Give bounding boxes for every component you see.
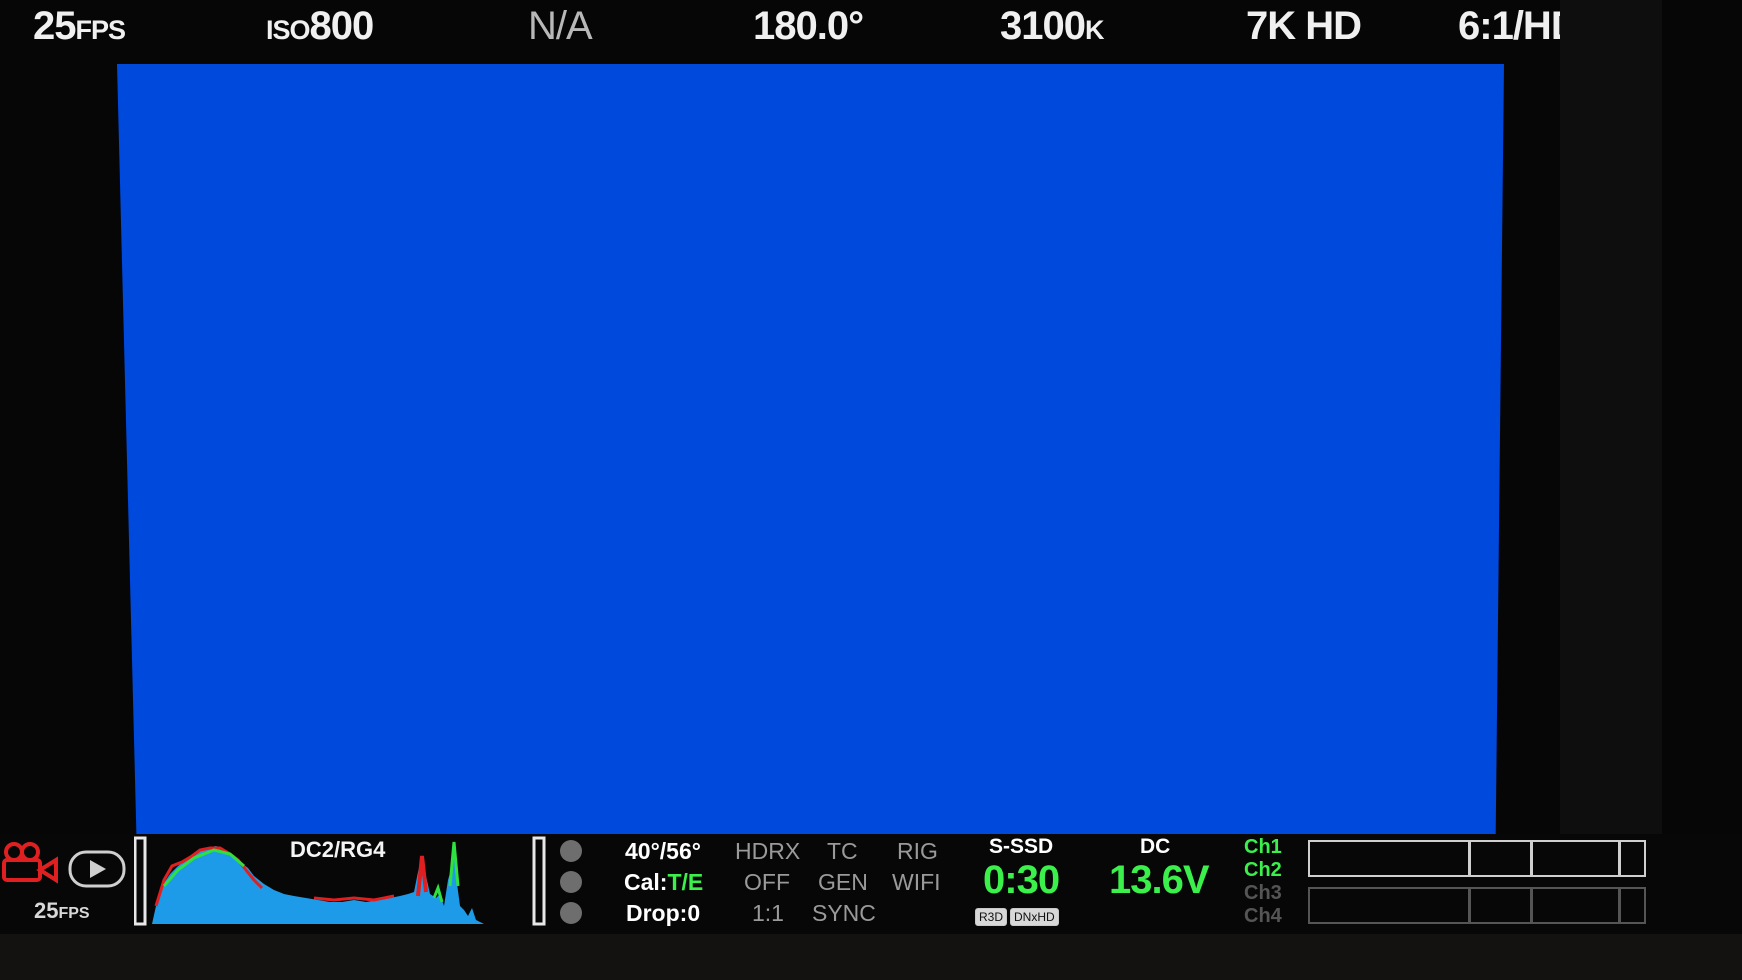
meter-tick (1618, 889, 1621, 922)
histogram-label: DC2/RG4 (290, 837, 386, 862)
playback-fps-unit: FPS (58, 905, 90, 922)
playback-fps: 25FPS (34, 898, 90, 924)
aperture-indicator[interactable]: N/A (528, 4, 593, 49)
fps-unit: FPS (75, 15, 127, 45)
iso-value: 800 (309, 4, 375, 48)
playback-fps-value: 25 (34, 898, 59, 923)
side-panel (1560, 0, 1662, 950)
hdrx-ratio: 1:1 (752, 900, 784, 926)
audio-channel-1: Ch1 (1244, 836, 1282, 858)
power-label: DC (1140, 835, 1171, 858)
resolution-indicator[interactable]: 7K HD (1246, 4, 1362, 49)
calibration-status[interactable]: Cal:T/E (624, 869, 703, 896)
meter-tick (1618, 842, 1621, 875)
camera-viewport[interactable] (117, 64, 1504, 835)
fps-indicator[interactable]: 25FPS (33, 4, 127, 49)
rig-label[interactable]: RIG (897, 838, 938, 865)
media-label[interactable]: S-SSD (989, 835, 1053, 859)
iso-indicator[interactable]: ISO800 (266, 4, 375, 49)
meter-tick (1530, 842, 1533, 875)
timecode-state: SYNC (812, 900, 876, 926)
dropped-frames: Drop:0 (626, 900, 701, 926)
hdrx-label[interactable]: HDRX (735, 838, 800, 865)
fps-value: 25 (33, 4, 76, 48)
cal-label: Cal: (624, 869, 668, 895)
iso-prefix: ISO (266, 15, 311, 45)
record-camera-icon[interactable] (2, 842, 58, 884)
shutter-indicator[interactable]: 180.0° (753, 4, 864, 49)
battery-voltage[interactable]: 13.6V (1109, 858, 1210, 903)
dnxhd-badge: DNxHD (1010, 908, 1059, 926)
hdrx-value: OFF (744, 869, 790, 895)
audio-channel-4: Ch4 (1244, 905, 1282, 927)
meter-tick (1468, 842, 1471, 875)
audio-channel-2: Ch2 (1244, 859, 1282, 881)
white-balance-unit: K (1084, 15, 1104, 45)
rig-wifi: WIFI (892, 869, 941, 895)
timecode-label[interactable]: TC (827, 838, 858, 865)
white-balance-value: 3100 (1000, 4, 1086, 48)
status-dot (560, 871, 582, 893)
gyro-angle[interactable]: 40°/56° (625, 838, 701, 865)
white-balance-indicator[interactable]: 3100K (1000, 4, 1104, 49)
status-dot (560, 840, 582, 862)
monitor-bezel (0, 934, 1742, 980)
audio-channel-3: Ch3 (1244, 882, 1282, 904)
r3d-badge: R3D (975, 908, 1008, 926)
status-dot (560, 902, 582, 924)
play-icon[interactable] (68, 850, 126, 888)
meter-tick (1530, 889, 1533, 922)
audio-meter-ch1-ch2[interactable] (1308, 840, 1646, 877)
record-time-remaining: 0:30 (983, 858, 1060, 902)
cal-value: T/E (667, 869, 704, 895)
meter-tick (1468, 889, 1471, 922)
timecode-mode: GEN (818, 869, 868, 895)
audio-meter-ch3-ch4[interactable] (1308, 887, 1646, 924)
